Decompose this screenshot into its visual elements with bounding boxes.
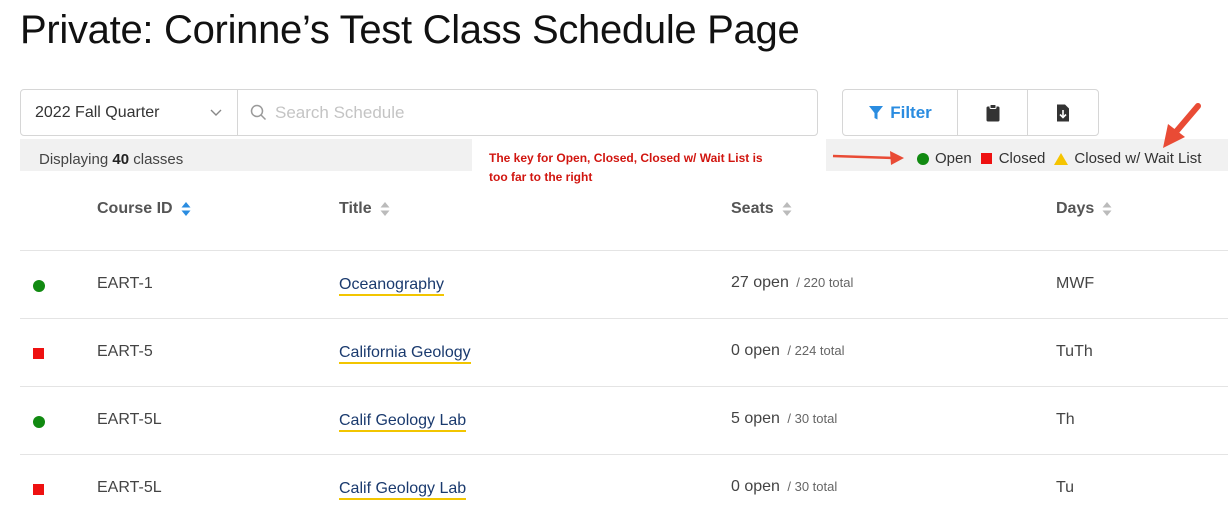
column-header-seats[interactable]: Seats (731, 200, 792, 218)
closed-status-icon (980, 153, 992, 164)
open-status-icon (917, 152, 929, 165)
table-row: EART-5L Calif Geology Lab 5 open / 30 to… (20, 387, 1228, 455)
column-header-title[interactable]: Title (339, 200, 390, 218)
annotation-line-1: The key for Open, Closed, Closed w/ Wait… (489, 151, 763, 165)
column-header-course-id[interactable]: Course ID (97, 200, 191, 218)
filter-icon (869, 105, 884, 119)
download-button[interactable] (1028, 90, 1098, 135)
column-header-course-id-label: Course ID (97, 200, 173, 217)
legend-closed-label: Closed (998, 150, 1046, 167)
results-count-prefix: Displaying (39, 151, 113, 168)
table-row: EART-5L Calif Geology Lab 0 open / 30 to… (20, 455, 1228, 517)
seats-open: 27 open (731, 274, 789, 291)
column-header-seats-label: Seats (731, 200, 774, 217)
search-input[interactable] (275, 102, 795, 123)
waitlist-status-icon (1054, 152, 1069, 165)
page-title: Private: Corinne’s Test Class Schedule P… (20, 8, 800, 52)
days-cell: MWF (1056, 275, 1095, 292)
sort-icon (782, 202, 792, 216)
search-box[interactable] (237, 89, 818, 136)
seats-cell: 0 open / 30 total (731, 478, 837, 496)
status-legend: Open Closed Closed w/ Wait List (917, 150, 1201, 167)
column-header-days[interactable]: Days (1056, 200, 1112, 218)
table-row: EART-1 Oceanography 27 open / 220 total … (20, 251, 1228, 319)
open-status-icon (33, 280, 45, 292)
file-download-icon (1057, 104, 1069, 121)
legend-waitlist: Closed w/ Wait List (1054, 150, 1201, 167)
seats-cell: 0 open / 224 total (731, 342, 845, 360)
seats-open: 0 open (731, 342, 780, 359)
course-id: EART-5L (97, 411, 162, 428)
results-count: Displaying 40 classes (39, 151, 183, 168)
filter-button[interactable]: Filter (843, 90, 958, 135)
closed-status-icon (33, 348, 44, 359)
days-cell: Tu (1056, 479, 1075, 496)
open-status-icon (33, 416, 45, 428)
chevron-down-icon (210, 109, 222, 116)
annotation-line-2: too far to the right (489, 170, 593, 184)
seats-total: / 30 total (787, 479, 838, 494)
clipboard-icon (986, 103, 999, 121)
course-title-link[interactable]: Calif Geology Lab (339, 479, 467, 500)
column-header-title-label: Title (339, 200, 372, 217)
course-id: EART-5L (97, 479, 162, 496)
seats-open: 0 open (731, 478, 780, 495)
search-icon (250, 104, 267, 121)
course-title-link[interactable]: California Geology (339, 343, 471, 364)
seats-total: / 30 total (787, 411, 838, 426)
days-cell: Th (1056, 411, 1075, 428)
results-count-suffix: classes (129, 151, 184, 168)
action-button-group: Filter (842, 89, 1099, 136)
seats-total: / 220 total (796, 275, 854, 290)
course-title-link[interactable]: Calif Geology Lab (339, 411, 467, 432)
seats-cell: 27 open / 220 total (731, 274, 853, 292)
legend-open: Open (917, 150, 972, 167)
term-select-value: 2022 Fall Quarter (35, 103, 160, 121)
course-title-link[interactable]: Oceanography (339, 275, 444, 296)
legend-open-label: Open (935, 150, 972, 167)
sort-active-icon (181, 202, 191, 216)
sort-icon (1102, 202, 1112, 216)
sort-icon (380, 202, 390, 216)
clipboard-button[interactable] (958, 90, 1028, 135)
table-row: EART-5 California Geology 0 open / 224 t… (20, 319, 1228, 387)
seats-cell: 5 open / 30 total (731, 410, 837, 428)
course-id: EART-1 (97, 275, 153, 292)
filter-button-label: Filter (890, 102, 932, 122)
legend-waitlist-label: Closed w/ Wait List (1074, 150, 1202, 167)
days-cell: TuTh (1056, 343, 1093, 360)
closed-status-icon (33, 484, 44, 495)
column-header-days-label: Days (1056, 200, 1095, 217)
seats-open: 5 open (731, 410, 780, 427)
legend-closed: Closed (980, 150, 1046, 167)
term-select[interactable]: 2022 Fall Quarter (20, 89, 238, 136)
seats-total: / 224 total (787, 343, 845, 358)
course-id: EART-5 (97, 343, 153, 360)
annotation-note: The key for Open, Closed, Closed w/ Wait… (472, 139, 826, 189)
results-count-number: 40 (112, 151, 130, 168)
